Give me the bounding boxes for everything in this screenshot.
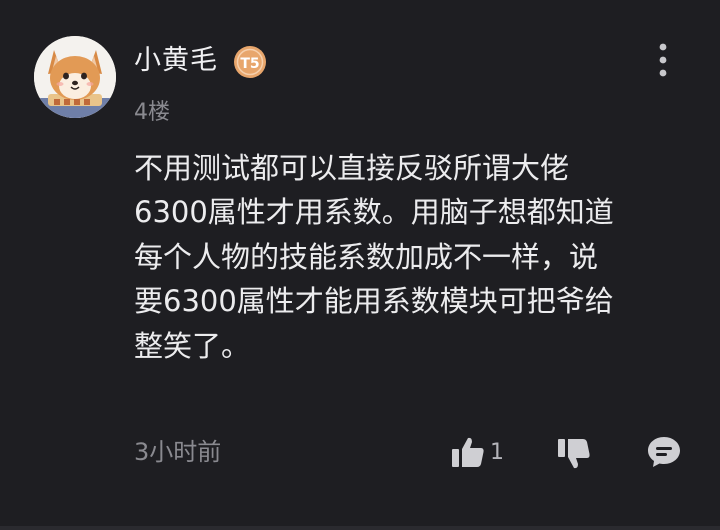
reply-button[interactable] [646,434,682,470]
divider [0,526,720,530]
dislike-button[interactable] [556,436,592,472]
level-badge: T5 [232,44,268,80]
more-options-button[interactable] [648,40,678,80]
comment-body: 不用测试都可以直接反驳所谓大佬 6300属性才用系数。用脑子想都知道 每个人物的… [134,146,674,368]
comment-time: 3小时前 [134,438,222,466]
level-badge-icon: T5 [234,46,266,78]
avatar[interactable] [34,36,116,118]
badge-text: T5 [240,56,259,72]
like-count: 1 [490,440,504,465]
thumbs-up-icon [452,437,484,467]
comment-line: 6300属性才用系数。用脑子想都知道 [134,195,614,230]
comment-line: 整笑了。 [134,328,251,363]
comment-line: 每个人物的技能系数加成不一样，说 [134,239,599,274]
floor-number: 4楼 [134,100,170,125]
comment-line: 要6300属性才能用系数模块可把爷给 [134,284,614,319]
comment-bubble-icon [648,437,680,467]
shiba-avatar-icon [34,36,116,118]
more-vertical-icon [659,43,667,77]
comment-line: 不用测试都可以直接反驳所谓大佬 [134,151,570,185]
thumbs-down-icon [558,439,590,469]
like-button[interactable] [450,434,486,470]
username[interactable]: 小黄毛 [134,42,218,80]
